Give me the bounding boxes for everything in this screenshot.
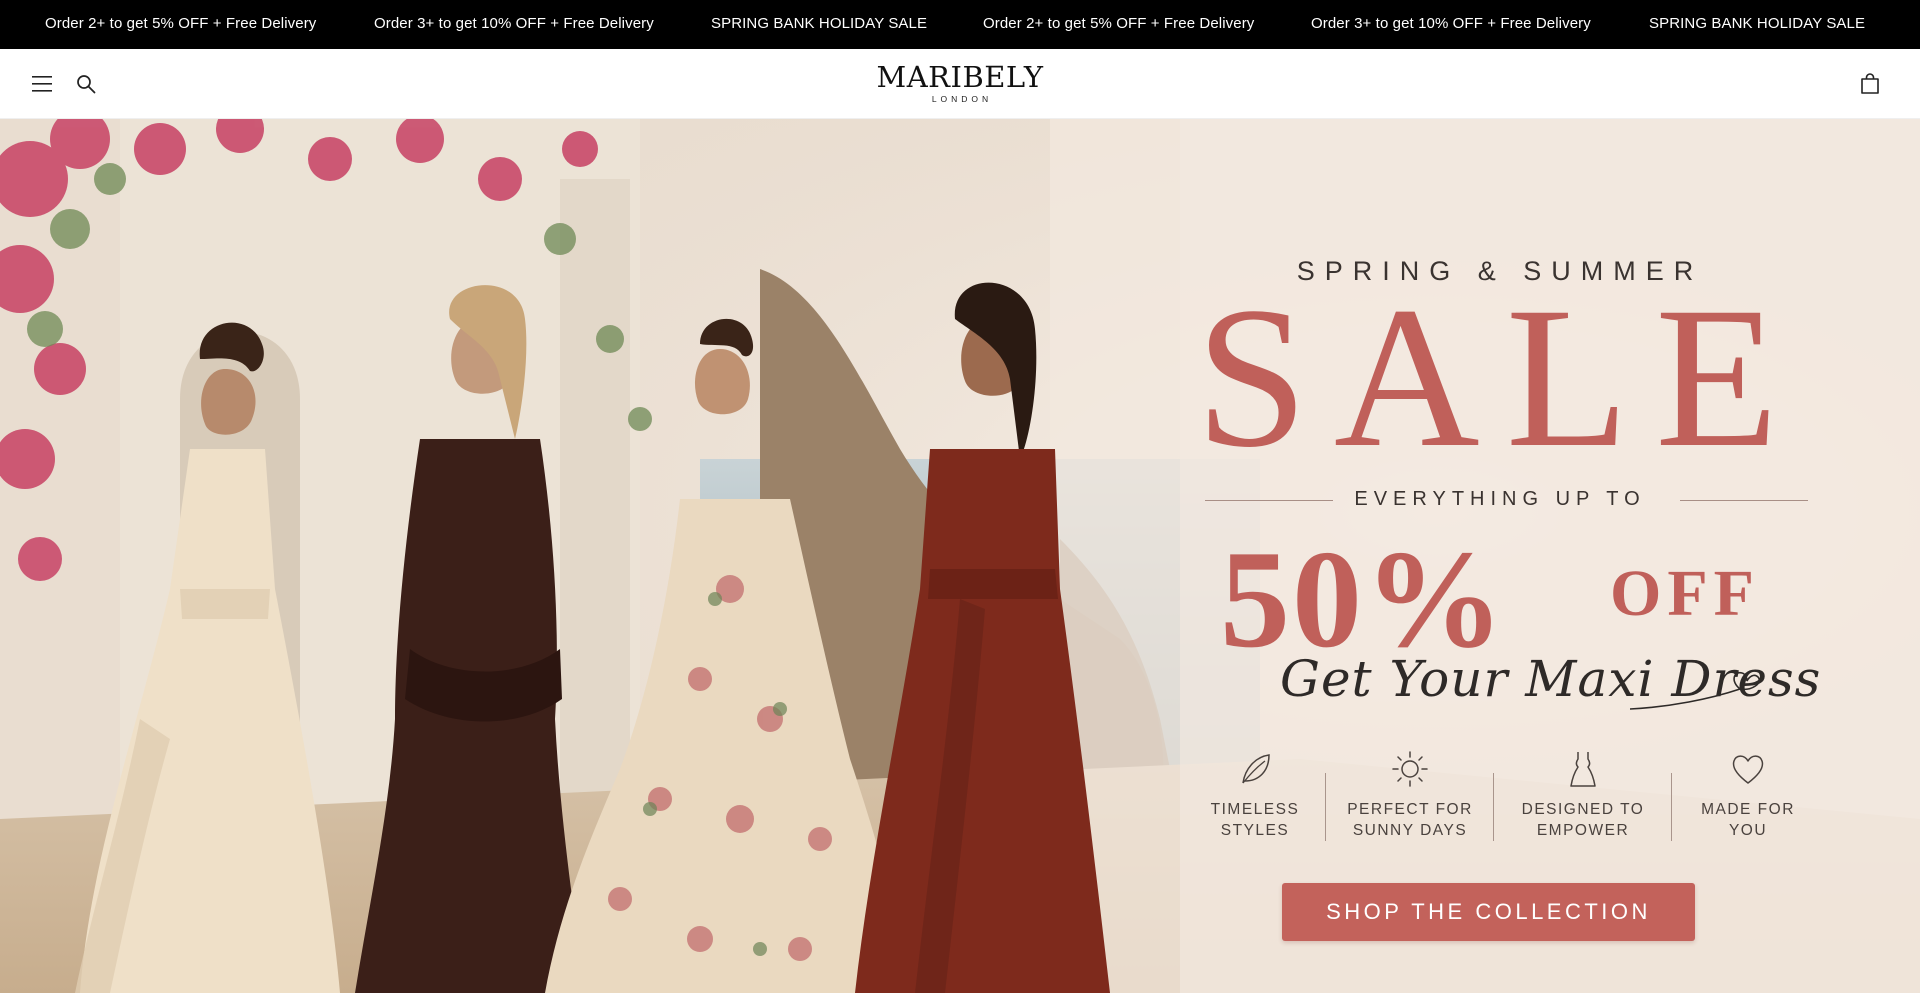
feature-divider xyxy=(1493,773,1494,841)
announcement-message[interactable]: SPRING BANK HOLIDAY SALE xyxy=(711,0,927,49)
shopping-bag-icon[interactable] xyxy=(1858,72,1882,96)
feature-label-line2: STYLES xyxy=(1220,822,1290,839)
logo-city: LONDON xyxy=(931,94,993,104)
feature-label-line2: EMPOWER xyxy=(1536,822,1630,839)
feature-label-line2: SUNNY DAYS xyxy=(1352,822,1468,839)
announcement-message[interactable]: Order 3+ to get 10% OFF + Free Delivery xyxy=(1311,0,1591,49)
shop-the-collection-button[interactable]: SHOP THE COLLECTION xyxy=(1282,883,1695,941)
brand-logo[interactable]: MARIBELY LONDON xyxy=(810,60,1110,105)
feature-divider xyxy=(1325,773,1326,841)
hamburger-menu-icon[interactable] xyxy=(30,72,54,96)
promo-headline: SALE xyxy=(1195,265,1805,489)
announcement-bar: Order 2+ to get 5% OFF + Free Delivery O… xyxy=(0,0,1920,49)
site-header: MARIBELY LONDON xyxy=(0,49,1920,119)
feature-label-line1: MADE FOR xyxy=(1701,801,1795,818)
promo-panel: SPRING & SUMMER SALE EVERYTHING UP TO 50… xyxy=(1190,119,1830,993)
heart-icon xyxy=(1732,755,1764,784)
feature-label-line1: PERFECT FOR xyxy=(1347,801,1473,818)
feature-label-line1: TIMELESS xyxy=(1210,801,1300,818)
announcement-message[interactable]: Order 2+ to get 5% OFF + Free Delivery xyxy=(983,0,1254,49)
feature-divider xyxy=(1671,773,1672,841)
leaf-icon xyxy=(1242,754,1270,784)
feature-perfect-for-sunny-days: PERFECT FOR SUNNY DAYS xyxy=(1335,749,1485,841)
sun-icon xyxy=(1392,751,1428,787)
hero-banner: SPRING & SUMMER SALE EVERYTHING UP TO 50… xyxy=(0,119,1920,993)
heart-flourish-icon xyxy=(1630,671,1760,710)
announcement-message[interactable]: SPRING BANK HOLIDAY SALE xyxy=(1649,0,1865,49)
dress-icon xyxy=(1570,752,1596,787)
feature-made-for-you: MADE FOR YOU xyxy=(1673,749,1823,841)
feature-designed-to-empower: DESIGNED TO EMPOWER xyxy=(1508,749,1658,841)
logo-brand-name: MARIBELY xyxy=(876,60,1044,94)
announcement-message[interactable]: Order 2+ to get 5% OFF + Free Delivery xyxy=(45,0,316,49)
feature-timeless-styles: TIMELESS STYLES xyxy=(1180,749,1330,841)
promo-discount-suffix: OFF xyxy=(1610,557,1760,630)
announcement-message[interactable]: Order 3+ to get 10% OFF + Free Delivery xyxy=(374,0,654,49)
promo-subline: EVERYTHING UP TO xyxy=(1354,488,1646,510)
feature-label-line2: YOU xyxy=(1728,822,1768,839)
feature-label-line1: DESIGNED TO xyxy=(1521,801,1645,818)
search-icon[interactable] xyxy=(74,72,98,96)
